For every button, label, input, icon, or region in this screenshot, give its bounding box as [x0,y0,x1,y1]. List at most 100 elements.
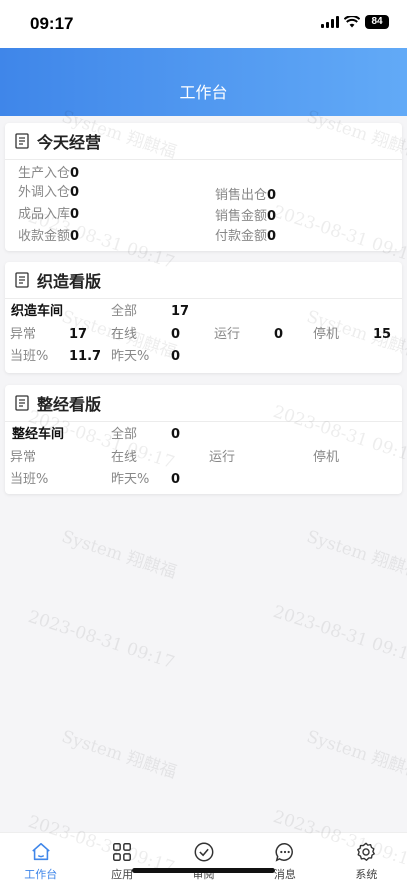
stat-shift-pct-value: 11.7 [69,349,102,364]
tab-label: 系统 [355,868,378,881]
tab-label: 工作台 [24,868,58,881]
stat-label: 销售出仓 [215,188,268,203]
stat-running: 运行 [209,449,235,467]
stat-all: 全部 [111,426,137,444]
stat-label: 在线 [111,450,138,465]
stat-label: 当班% [10,349,49,364]
stat-abnormal: 异常 [10,326,36,344]
stat-label: 停机 [313,327,340,342]
document-icon [15,272,29,288]
stat-value: 0 [267,188,277,203]
stat-payment-amount: 付款金额 0 [215,228,276,246]
status-bar: 09:17 84 [0,0,407,48]
tab-system[interactable]: 系统 [326,833,407,883]
document-icon [15,395,29,411]
tab-workbench[interactable]: 工作台 [0,833,81,883]
stat-running-value: 0 [274,327,284,342]
home-indicator [132,868,275,873]
tab-label: 应用 [111,868,134,881]
status-time: 09:17 [30,14,74,33]
stat-production-in: 生产入仓 0 [18,165,79,183]
stat-label: 运行 [214,327,241,342]
stat-label: 运行 [209,450,236,465]
stat-value: 0 [70,185,80,200]
wifi-icon [344,16,360,28]
tab-apps[interactable]: 应用 [81,833,162,883]
stat-yesterday-pct: 昨天% [111,471,149,489]
watermark-text: System 翔麒福 [59,726,179,783]
stat-all-value: 0 [171,427,181,442]
stat-label: 生产入仓 [18,166,71,181]
stat-label: 收款金额 [18,229,71,244]
stat-yesterday-pct: 昨天% [111,348,149,366]
today-ops-card[interactable]: 今天经营 生产入仓 0 外调入仓 0 销售出仓 0 成品入库 0 销售金额 0 … [5,123,402,251]
warping-board-card[interactable]: 整经看版 整经车间 全部 0 异常 在线 运行 停机 当班% 昨天% 0 [5,385,402,494]
stat-stopped-value: 15 [373,327,392,342]
stat-online-value: 0 [171,327,181,342]
stat-label: 昨天% [111,349,150,364]
stat-label: 全部 [111,304,138,319]
stat-stopped: 停机 [313,449,339,467]
stat-label: 外调入仓 [18,185,71,200]
stat-label: 停机 [313,450,340,465]
stat-all: 全部 [111,303,137,321]
stat-running: 运行 [214,326,240,344]
stat-value: 0 [70,229,80,244]
page-title: 工作台 [179,83,228,102]
card-header: 今天经营 [5,123,402,160]
stat-label: 昨天% [111,472,150,487]
card-title: 今天经营 [37,133,102,152]
stat-value: 0 [70,207,80,222]
stat-abnormal: 异常 [10,449,36,467]
tab-review[interactable]: 审阅 [163,833,244,883]
watermark-text: System 翔麒福 [304,526,407,583]
stat-shift-pct: 当班% [10,471,48,489]
stat-receipt-amount: 收款金额 0 [18,228,79,246]
stat-value: 0 [267,229,277,244]
grid-icon [113,843,132,861]
stat-sales-out: 销售出仓 0 [215,187,276,205]
gear-icon [357,842,376,861]
card-header: 织造看版 [5,262,402,299]
bottom-tab-bar: 工作台 应用 审阅 消息 系统 [0,832,407,883]
stat-label: 在线 [111,327,138,342]
battery-icon: 84 [365,15,389,29]
workshop-name: 织造车间 [11,304,64,319]
stat-sales-amount: 销售金额 0 [215,208,276,226]
tab-label: 消息 [273,868,296,881]
cellular-signal-icon [321,16,339,28]
stat-online: 在线 [111,449,137,467]
card-header: 整经看版 [5,385,402,422]
stat-yesterday-pct-value: 0 [171,472,181,487]
stat-transfer-in: 外调入仓 0 [18,184,79,202]
watermark-text: 2023-08-31 09:17 [25,606,177,674]
stat-label: 异常 [10,450,37,465]
stat-label: 全部 [111,427,138,442]
stat-label: 付款金额 [215,229,268,244]
stat-finished-in: 成品入库 0 [18,206,79,224]
home-icon [31,842,50,861]
weaving-board-card[interactable]: 织造看版 织造车间 全部 17 异常 17 在线 0 运行 0 停机 15 当班… [5,262,402,373]
stat-online: 在线 [111,326,137,344]
check-circle-icon [194,842,213,862]
stat-yesterday-pct-value: 0 [171,349,181,364]
stat-all-value: 17 [171,304,190,319]
stat-value: 0 [267,209,277,224]
chat-icon [275,843,293,862]
stat-value: 0 [70,166,80,181]
stat-shift-pct: 当班% [10,348,48,366]
watermark-text: System 翔麒福 [59,526,179,583]
workshop-name: 整经车间 [12,427,65,442]
stat-label: 当班% [10,472,49,487]
app-header: 工作台 [0,48,407,116]
document-icon [15,133,29,149]
card-title: 整经看版 [37,395,102,414]
stat-label: 销售金额 [215,209,268,224]
card-title: 织造看版 [37,272,102,291]
stat-stopped: 停机 [313,326,339,344]
status-icons: 84 [321,15,389,29]
stat-label: 异常 [10,327,37,342]
watermark-text: 2023-08-31 09:17 [270,601,407,669]
watermark-text: System 翔麒福 [304,726,407,783]
tab-messages[interactable]: 消息 [244,833,325,883]
